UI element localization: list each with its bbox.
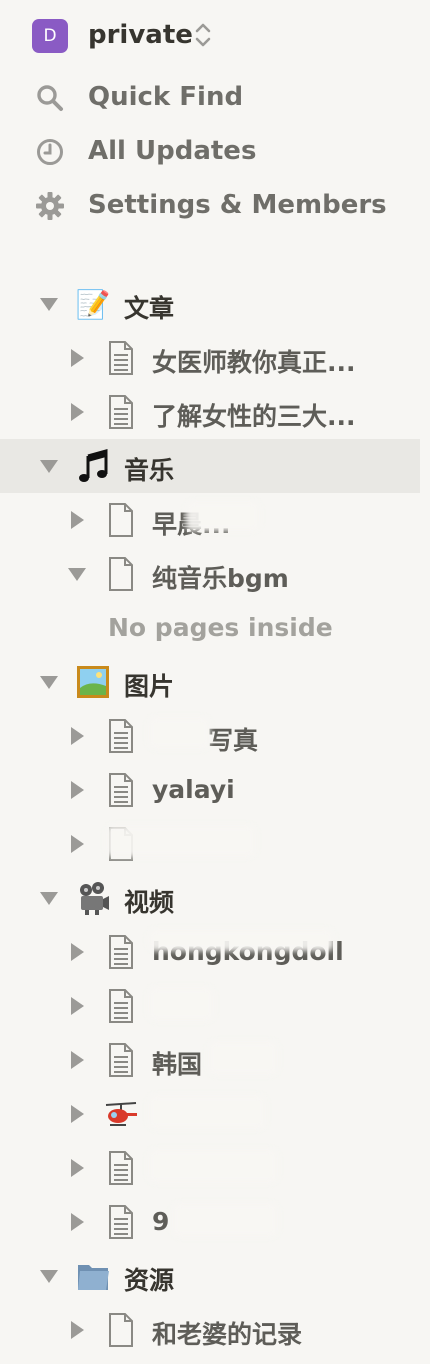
nav-label: All Updates (88, 136, 257, 166)
text-page-icon (109, 773, 133, 807)
redaction-mask (148, 1095, 266, 1129)
tree-item-label: 9 (152, 1207, 170, 1236)
caret-right-icon[interactable] (66, 401, 88, 423)
tree-item-tupian[interactable]: 图片 (0, 655, 420, 709)
tree-item-label: 韩国 (152, 1050, 203, 1079)
redaction-mask (106, 825, 256, 857)
gear-icon (36, 192, 64, 220)
tree-item-page[interactable]: 和老婆的记录 (0, 1303, 420, 1357)
tree-item-page[interactable] (0, 1087, 420, 1141)
caret-right-icon[interactable] (66, 833, 88, 855)
text-page-icon (109, 1043, 133, 1077)
caret-right-icon[interactable] (66, 995, 88, 1017)
redaction-mask (148, 717, 210, 749)
tree-item-wenzhang[interactable]: 📝 文章 (0, 277, 420, 331)
tree-item-page[interactable]: 纯音乐bgm (0, 547, 420, 601)
redaction-mask (208, 1041, 278, 1075)
caret-right-icon[interactable] (66, 1049, 88, 1071)
caret-right-icon[interactable] (66, 725, 88, 747)
tree-item-yinyue[interactable]: 音乐 (0, 439, 420, 493)
tree-item-page[interactable] (0, 1141, 420, 1195)
caret-right-icon[interactable] (66, 941, 88, 963)
text-page-icon (109, 341, 133, 375)
page-icon (109, 503, 133, 537)
no-pages-label: No pages inside (108, 613, 333, 642)
tree-item-page[interactable]: 9 (0, 1195, 420, 1249)
helicopter-icon (105, 1102, 137, 1126)
page-icon (109, 557, 133, 591)
redaction-mask (148, 1149, 278, 1183)
text-page-icon (109, 1205, 133, 1239)
tree-item-label: yalayi (152, 775, 235, 804)
text-page-icon (109, 719, 133, 753)
tree-item-label: 文章 (124, 294, 175, 323)
caret-down-icon[interactable] (38, 1265, 60, 1287)
film-projector-icon (80, 882, 109, 915)
caret-right-icon[interactable] (66, 1319, 88, 1341)
text-page-icon (109, 989, 133, 1023)
redaction-mask (148, 929, 334, 951)
tree-item-label: 资源 (124, 1266, 175, 1295)
caret-right-icon[interactable] (66, 779, 88, 801)
framed-picture-icon (77, 666, 109, 698)
caret-down-icon[interactable] (38, 293, 60, 315)
redaction-mask (172, 1203, 278, 1237)
caret-down-icon[interactable] (38, 887, 60, 909)
tree-item-page[interactable]: 了解女性的三大... (0, 385, 420, 439)
tree-item-label: 图片 (124, 672, 175, 701)
text-page-icon (109, 395, 133, 429)
redaction-mask (186, 501, 260, 531)
clock-icon (37, 139, 63, 165)
chevron-up-down-icon (195, 23, 211, 47)
text-page-icon (109, 935, 133, 969)
tree-item-page[interactable]: 女医师教你真正... (0, 331, 420, 385)
music-notes-icon (79, 449, 108, 482)
tree-item-label: 音乐 (124, 456, 175, 485)
tree-item-ziyuan[interactable]: 资源 (0, 1249, 420, 1303)
tree-item-label: 和老婆的记录 (152, 1320, 303, 1349)
tree-item-shipin[interactable]: 视频 (0, 871, 420, 925)
tree-item-label: 女医师教你真正... (152, 348, 356, 377)
workspace-avatar: D (32, 19, 68, 53)
tree-item-page[interactable]: 早晨... (0, 493, 420, 547)
caret-down-icon[interactable] (66, 563, 88, 585)
nav-all-updates[interactable]: All Updates (0, 125, 420, 179)
tree-item-page[interactable]: 韩国 (0, 1033, 420, 1087)
memo-icon: 📝 (75, 287, 111, 321)
text-page-icon (109, 1151, 133, 1185)
search-icon (37, 85, 63, 111)
caret-right-icon[interactable] (66, 347, 88, 369)
page-icon (109, 1313, 133, 1347)
tree-item-label: 纯音乐bgm (152, 564, 289, 593)
caret-right-icon[interactable] (66, 1157, 88, 1179)
tree-item-page[interactable] (0, 979, 420, 1033)
caret-right-icon[interactable] (66, 1103, 88, 1125)
nav-label: Settings & Members (88, 190, 387, 220)
caret-right-icon[interactable] (66, 509, 88, 531)
tree-item-page[interactable]: yalayi (0, 763, 420, 817)
caret-down-icon[interactable] (38, 455, 60, 477)
tree-item-page[interactable]: hongkongdoll (0, 925, 420, 979)
tree-item-label: 写真 (208, 726, 259, 755)
workspace-name: private (88, 20, 193, 50)
tree-item-page[interactable] (0, 817, 420, 871)
empty-state: No pages inside (0, 601, 420, 655)
tree-item-label: 视频 (124, 888, 175, 917)
nav-quick-find[interactable]: Quick Find (0, 71, 420, 125)
nav-settings-members[interactable]: Settings & Members (0, 179, 420, 233)
caret-right-icon[interactable] (66, 1211, 88, 1233)
folder-icon (78, 1265, 109, 1290)
tree-item-label: 了解女性的三大... (152, 402, 356, 431)
workspace-switcher[interactable]: D private (0, 8, 420, 62)
nav-label: Quick Find (88, 82, 244, 112)
redaction-mask (148, 987, 214, 1021)
tree-item-page[interactable]: 写真 (0, 709, 420, 763)
caret-down-icon[interactable] (38, 671, 60, 693)
